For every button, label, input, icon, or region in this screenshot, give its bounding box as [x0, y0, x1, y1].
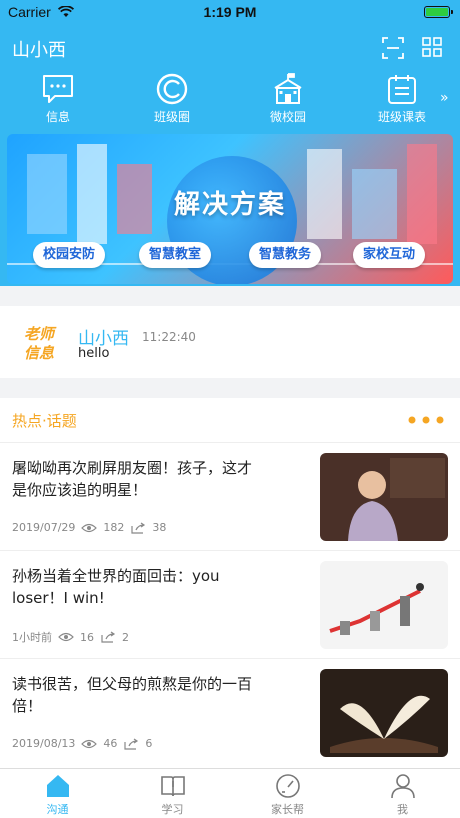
circle-icon	[156, 73, 188, 105]
quick-item-class-circle[interactable]: 班级圈	[127, 72, 217, 125]
scan-icon[interactable]	[382, 37, 404, 59]
quick-item-label: 班级课表	[377, 110, 426, 124]
status-bar: Carrier 1:19 PM	[0, 0, 460, 26]
article-shares: 38	[152, 521, 167, 534]
teacher-info-logo: 老师 信息	[24, 325, 57, 362]
quick-item-info[interactable]: 信息	[13, 72, 103, 125]
svg-text:老师: 老师	[24, 325, 57, 343]
calendar-icon	[388, 75, 416, 104]
tab-communicate[interactable]: 沟通	[0, 773, 115, 817]
person-icon	[390, 774, 415, 799]
hot-topics-header: 热点·话题	[0, 398, 460, 442]
article-shares: 2	[122, 630, 129, 644]
article-item[interactable]: 孙杨当着全世界的面回击：you loser！I win! 1小时前 16 2	[0, 550, 460, 658]
eye-icon	[81, 523, 98, 532]
tab-label: 家长帮	[271, 803, 304, 816]
banner-pill-home-school[interactable]: 家校互动	[353, 242, 426, 268]
article-views: 16	[80, 630, 94, 644]
article-views: 46	[103, 737, 118, 750]
message-text: hello	[78, 346, 110, 361]
article-date: 2019/07/29	[12, 521, 76, 534]
banner-pill-campus-security[interactable]: 校园安防	[33, 242, 106, 268]
book-icon	[160, 776, 185, 797]
article-date: 2019/08/13	[12, 737, 76, 750]
bottom-tab-bar: 沟通 学习 家长帮 我	[0, 768, 460, 818]
article-views: 182	[103, 521, 125, 534]
eye-icon	[81, 739, 98, 748]
promo-banner[interactable]: 解决方案 校园安防 智慧教室 智慧教务 家校互动	[7, 134, 453, 284]
chat-bubble-icon	[43, 75, 73, 103]
clock: 1:19 PM	[203, 4, 257, 20]
school-building-icon	[274, 73, 302, 104]
gauge-icon	[275, 774, 300, 798]
tab-label: 学习	[161, 803, 184, 816]
article-thumbnail	[320, 669, 448, 757]
banner-pill-smart-classroom[interactable]: 智慧教室	[139, 242, 212, 268]
double-chevron-right-icon[interactable]: »	[440, 90, 449, 106]
share-icon	[124, 738, 139, 750]
article-thumbnail	[320, 561, 448, 649]
article-meta: 1小时前 16 2	[12, 629, 129, 645]
page-title: 山小西	[12, 40, 66, 61]
quick-item-label: 班级圈	[153, 110, 190, 124]
share-icon	[131, 522, 146, 534]
tab-study[interactable]: 学习	[115, 773, 230, 817]
hot-topics-label: 热点·话题	[12, 412, 77, 430]
battery-icon	[424, 6, 453, 18]
navbar: 山小西	[0, 30, 460, 66]
message-time: 11:22:40	[142, 330, 196, 344]
article-date: 1小时前	[12, 631, 52, 644]
share-icon	[101, 631, 116, 643]
article-title: 孙杨当着全世界的面回击：you loser！I win!	[12, 567, 220, 607]
article-shares: 6	[145, 737, 153, 750]
article-meta: 2019/07/29 182 38	[12, 521, 166, 534]
tab-me[interactable]: 我	[345, 773, 460, 817]
grid-menu-icon[interactable]	[422, 37, 442, 57]
quick-item-label: 微校园	[269, 110, 306, 124]
article-item[interactable]: 屠呦呦再次刷屏朋友圈！孩子，这才是你应该追的明星！ 2019/07/29 182…	[0, 442, 460, 550]
home-icon	[46, 775, 69, 797]
quick-item-micro-campus[interactable]: 微校园	[243, 72, 333, 125]
article-title: 屠呦呦再次刷屏朋友圈！孩子，这才是你应该追的明星！	[12, 459, 253, 499]
banner-headline: 解决方案	[173, 190, 286, 220]
message-row[interactable]: 老师 信息 山小西 11:22:40 hello 1	[0, 306, 460, 660]
quick-item-label: 信息	[45, 110, 70, 124]
quick-item-timetable[interactable]: 班级课表	[357, 72, 447, 125]
banner-pill-smart-academics[interactable]: 智慧教务	[249, 242, 322, 268]
article-title: 读书很苦，但父母的煎熬是你的一百倍！	[12, 675, 253, 715]
tab-parent-help[interactable]: 家长帮	[230, 773, 345, 817]
hot-topics-section: 热点·话题 屠呦呦再次刷屏朋友圈！孩子，这才是你应该追的明星！ 2019/07/…	[0, 398, 460, 768]
tab-label: 沟通	[46, 803, 69, 816]
header-area: Carrier 1:19 PM 山小西 信息 班级圈 微校园 班级课表 » 解决…	[0, 0, 460, 286]
svg-text:信息: 信息	[24, 344, 55, 362]
article-thumbnail	[320, 453, 448, 541]
quick-menu: 信息 班级圈 微校园 班级课表 »	[0, 72, 460, 128]
article-item[interactable]: 读书很苦，但父母的煎熬是你的一百倍！ 2019/08/13 46 6	[0, 658, 460, 766]
article-meta: 2019/08/13 46 6	[12, 737, 152, 750]
tab-label: 我	[397, 803, 408, 816]
more-dots-icon[interactable]	[408, 416, 444, 424]
eye-icon	[58, 632, 74, 642]
